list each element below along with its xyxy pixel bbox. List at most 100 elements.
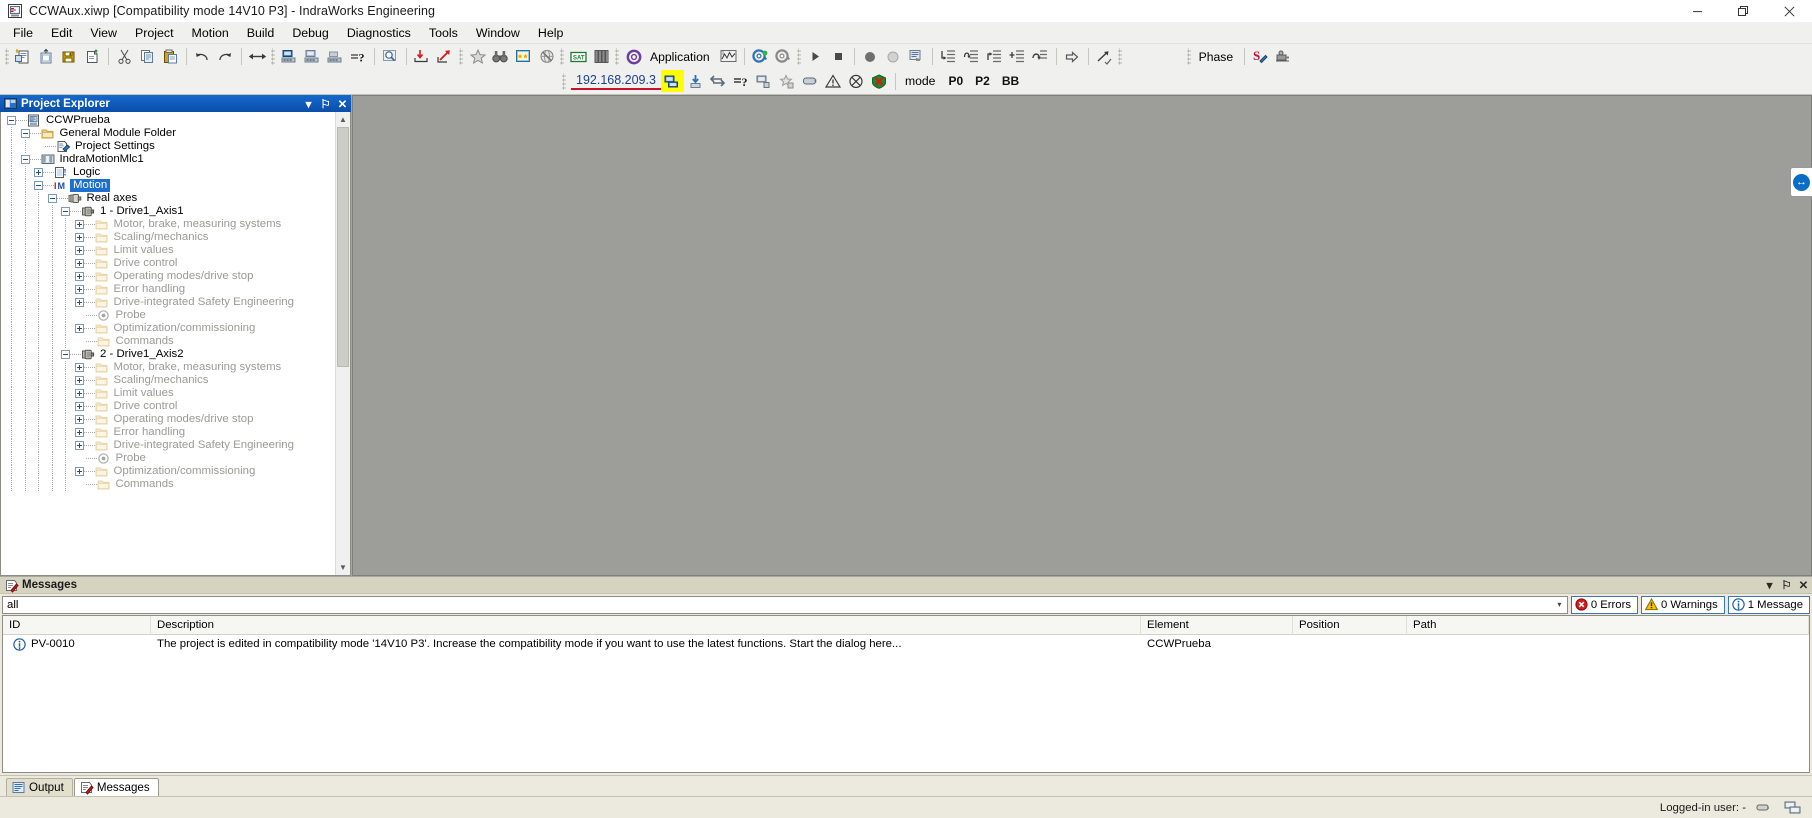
logout-icon[interactable] — [772, 46, 795, 68]
target-status-icon[interactable] — [1784, 800, 1804, 815]
maximize-restore-button[interactable] — [1720, 0, 1766, 23]
check-syntax-icon[interactable]: ? — [347, 46, 370, 68]
tree-item[interactable]: Operating modes/drive stop — [1, 270, 335, 283]
next-instruction-icon[interactable] — [1061, 46, 1084, 68]
expand-node-icon[interactable] — [74, 428, 84, 437]
minimize-button[interactable] — [1674, 0, 1720, 23]
menu-view[interactable]: View — [81, 24, 126, 43]
expand-node-icon[interactable] — [74, 272, 84, 281]
expand-node-icon[interactable] — [34, 168, 43, 177]
sat-module-icon[interactable]: SAT — [567, 46, 590, 68]
tree-item[interactable]: Drive-integrated Safety Engineering — [1, 296, 335, 309]
expand-node-icon[interactable] — [74, 246, 84, 255]
close-button[interactable] — [1766, 0, 1812, 23]
show-next-statement-icon[interactable] — [1029, 46, 1052, 68]
tree-item[interactable]: Limit values — [1, 244, 335, 257]
new-file-icon[interactable] — [81, 46, 104, 68]
expand-node-icon[interactable] — [74, 467, 84, 476]
chevron-down-icon[interactable]: ▾ — [1552, 597, 1567, 613]
expand-node-icon[interactable] — [74, 220, 84, 229]
collapse-node-icon[interactable] — [20, 155, 30, 164]
tree-item[interactable]: Error handling — [1, 283, 335, 296]
login-icon[interactable] — [749, 46, 772, 68]
close-panel-button[interactable]: ✕ — [334, 96, 351, 111]
errors-badge[interactable]: 0 Errors — [1570, 595, 1639, 614]
toolbar-grip[interactable] — [615, 48, 619, 65]
download-firmware-icon[interactable] — [684, 70, 707, 92]
expand-node-icon[interactable] — [74, 285, 84, 294]
step-over-icon[interactable] — [960, 46, 983, 68]
auto-hide-pin-button[interactable]: ⚐ — [1778, 578, 1795, 593]
tree-item[interactable]: CCWPrueba — [1, 114, 335, 127]
project-tree-scrollbar[interactable]: ▲ ▼ — [335, 112, 350, 575]
add-favorite-target-icon[interactable] — [776, 70, 799, 92]
expand-node-icon[interactable] — [74, 298, 84, 307]
tree-item[interactable]: Limit values — [1, 387, 335, 400]
tree-item[interactable]: Commands — [1, 478, 335, 491]
toolbar-grip[interactable] — [5, 48, 9, 65]
menu-file[interactable]: File — [4, 24, 42, 43]
tree-item[interactable]: Probe — [1, 452, 335, 465]
menu-motion[interactable]: Motion — [183, 24, 238, 43]
tree-item[interactable]: General Module Folder — [1, 127, 335, 140]
tree-item[interactable]: ! Logic — [1, 166, 335, 179]
tree-item[interactable]: Drive-integrated Safety Engineering — [1, 439, 335, 452]
expand-node-icon[interactable] — [74, 259, 84, 268]
collapse-node-icon[interactable] — [7, 116, 16, 125]
collapse-node-icon[interactable] — [61, 207, 70, 216]
new-project-icon[interactable] — [12, 46, 35, 68]
breakpoint-icon[interactable] — [859, 46, 882, 68]
library-icon[interactable] — [590, 46, 613, 68]
tree-item[interactable]: IndraMotionMlc1 — [1, 153, 335, 166]
tree-item[interactable]: Error handling — [1, 426, 335, 439]
tree-item[interactable]: Optimization/commissioning — [1, 322, 335, 335]
collapse-node-icon[interactable] — [47, 194, 57, 203]
tree-item[interactable]: Real axes — [1, 192, 335, 205]
cut-icon[interactable] — [113, 46, 136, 68]
tree-item[interactable]: Optimization/commissioning — [1, 465, 335, 478]
tree-item[interactable]: 2 - Drive1_Axis2 — [1, 348, 335, 361]
menu-window[interactable]: Window — [467, 24, 529, 43]
menu-diagnostics[interactable]: Diagnostics — [338, 24, 420, 43]
expand-node-icon[interactable] — [74, 324, 84, 333]
find-binoculars-icon[interactable] — [489, 46, 512, 68]
column-header-description[interactable]: Description — [151, 616, 1141, 635]
device-icon[interactable] — [799, 70, 822, 92]
favorite-star-icon[interactable] — [466, 46, 489, 68]
target-ip-address[interactable]: 192.168.209.3 — [571, 73, 661, 90]
expand-node-icon[interactable] — [74, 415, 84, 424]
step-into-icon[interactable] — [937, 46, 960, 68]
tree-item[interactable]: Commands — [1, 335, 335, 348]
tree-item[interactable]: I M Motion — [1, 179, 335, 192]
flow-control-icon[interactable] — [1093, 46, 1116, 68]
compare-target-icon[interactable] — [707, 70, 730, 92]
scroll-track[interactable] — [336, 127, 350, 560]
messages-filter-combobox[interactable]: all ▾ — [2, 595, 1568, 614]
menu-edit[interactable]: Edit — [42, 24, 81, 43]
dropdown-menu-button[interactable]: ▾ — [1761, 578, 1778, 593]
dropdown-menu-button[interactable]: ▾ — [300, 96, 317, 111]
cancel-globe-icon[interactable] — [535, 46, 558, 68]
diagnostics-warning-icon[interactable] — [822, 70, 845, 92]
teamviewer-panel-tab[interactable]: ↔ — [1790, 167, 1812, 197]
breakpoint-disabled-icon[interactable] — [882, 46, 905, 68]
toolbar-grip[interactable] — [562, 72, 566, 90]
menu-help[interactable]: Help — [529, 24, 572, 43]
scroll-thumb[interactable] — [337, 127, 349, 367]
tree-item[interactable]: Drive control — [1, 257, 335, 270]
auto-hide-pin-button[interactable]: ⚐ — [317, 96, 334, 111]
tree-item[interactable]: 1 - Drive1_Axis1 — [1, 205, 335, 218]
compare-help-icon[interactable]: ? — [730, 70, 753, 92]
menu-tools[interactable]: Tools — [420, 24, 467, 43]
stop-icon[interactable] — [827, 46, 850, 68]
save-project-icon[interactable] — [58, 46, 81, 68]
expand-node-icon[interactable] — [74, 376, 84, 385]
upload-from-target-icon[interactable] — [434, 46, 457, 68]
expand-node-icon[interactable] — [74, 389, 84, 398]
find-in-project-icon[interactable] — [379, 46, 402, 68]
run-icon[interactable] — [804, 46, 827, 68]
swap-arrows-icon[interactable] — [246, 46, 269, 68]
breakpoint-list-icon[interactable] — [905, 46, 928, 68]
close-panel-button[interactable]: ✕ — [1795, 578, 1812, 593]
application-gear-icon[interactable] — [622, 46, 645, 68]
